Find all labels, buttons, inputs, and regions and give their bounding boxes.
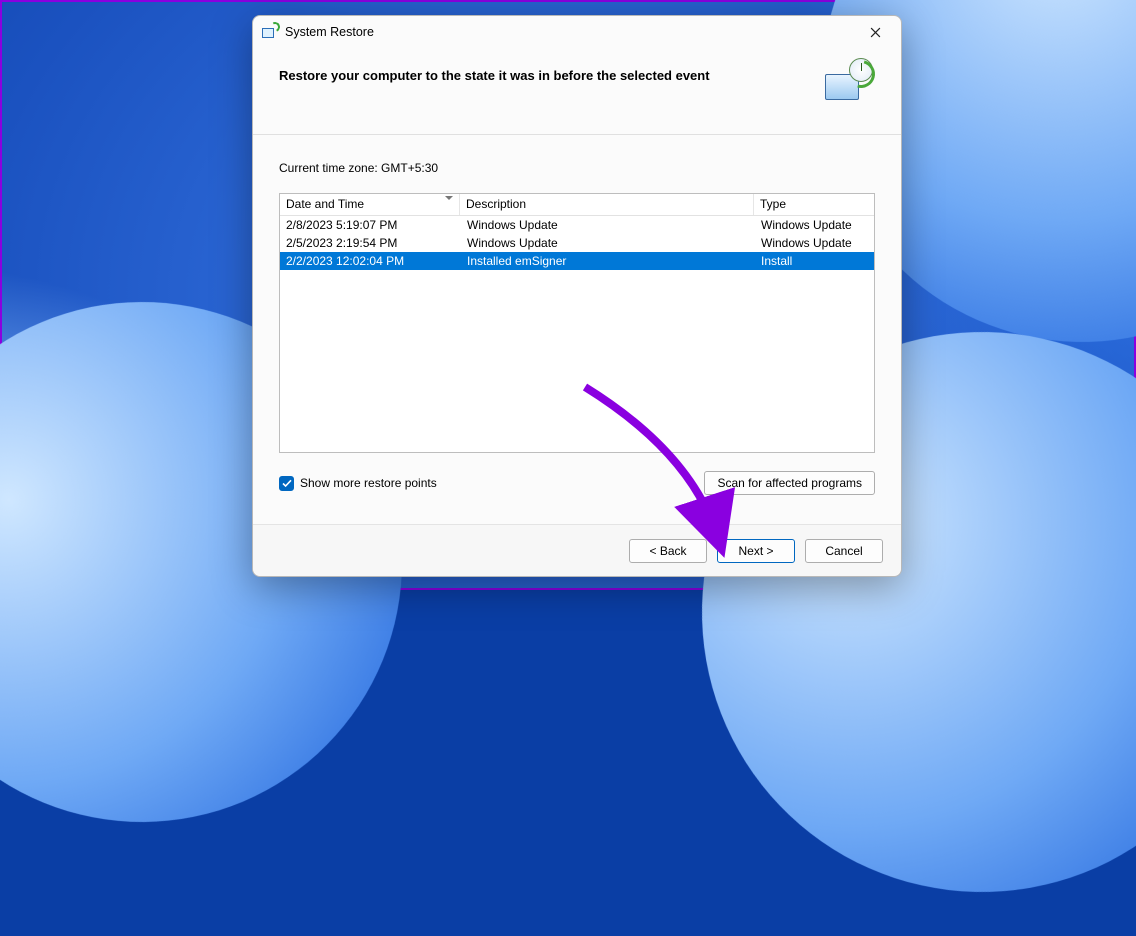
show-more-checkbox[interactable]: Show more restore points bbox=[279, 476, 437, 491]
cell-datetime: 2/2/2023 12:02:04 PM bbox=[280, 253, 460, 269]
scan-affected-button[interactable]: Scan for affected programs bbox=[704, 471, 875, 495]
table-body: 2/8/2023 5:19:07 PMWindows UpdateWindows… bbox=[280, 216, 874, 452]
dialog-footer: < Back Next > Cancel bbox=[253, 524, 901, 576]
checkmark-icon bbox=[282, 479, 292, 488]
column-header-datetime[interactable]: Date and Time bbox=[280, 194, 460, 215]
cell-description: Windows Update bbox=[460, 235, 754, 251]
column-header-type[interactable]: Type bbox=[754, 194, 874, 215]
table-row[interactable]: 2/2/2023 12:02:04 PMInstalled emSignerIn… bbox=[280, 252, 874, 270]
cell-description: Windows Update bbox=[460, 217, 754, 233]
cell-datetime: 2/8/2023 5:19:07 PM bbox=[280, 217, 460, 233]
close-button[interactable] bbox=[853, 18, 897, 46]
table-row[interactable]: 2/8/2023 5:19:07 PMWindows UpdateWindows… bbox=[280, 216, 874, 234]
show-more-label: Show more restore points bbox=[300, 476, 437, 490]
checkbox-box[interactable] bbox=[279, 476, 294, 491]
timezone-label: Current time zone: GMT+5:30 bbox=[279, 161, 875, 175]
system-restore-icon bbox=[261, 23, 279, 41]
cell-datetime: 2/5/2023 2:19:54 PM bbox=[280, 235, 460, 251]
page-heading: Restore your computer to the state it wa… bbox=[279, 68, 823, 83]
cell-type: Windows Update bbox=[754, 217, 874, 233]
titlebar[interactable]: System Restore bbox=[253, 16, 901, 48]
next-button[interactable]: Next > bbox=[717, 539, 795, 563]
column-header-description[interactable]: Description bbox=[460, 194, 754, 215]
table-header[interactable]: Date and Time Description Type bbox=[280, 194, 874, 216]
close-icon bbox=[870, 27, 881, 38]
cancel-button[interactable]: Cancel bbox=[805, 539, 883, 563]
cell-type: Windows Update bbox=[754, 235, 874, 251]
table-row[interactable]: 2/5/2023 2:19:54 PMWindows UpdateWindows… bbox=[280, 234, 874, 252]
cell-type: Install bbox=[754, 253, 874, 269]
system-restore-large-icon bbox=[823, 60, 871, 108]
system-restore-dialog: System Restore Restore your computer to … bbox=[252, 15, 902, 577]
window-title: System Restore bbox=[285, 25, 374, 39]
restore-points-table[interactable]: Date and Time Description Type 2/8/2023 … bbox=[279, 193, 875, 453]
cell-description: Installed emSigner bbox=[460, 253, 754, 269]
divider bbox=[253, 134, 901, 135]
back-button[interactable]: < Back bbox=[629, 539, 707, 563]
